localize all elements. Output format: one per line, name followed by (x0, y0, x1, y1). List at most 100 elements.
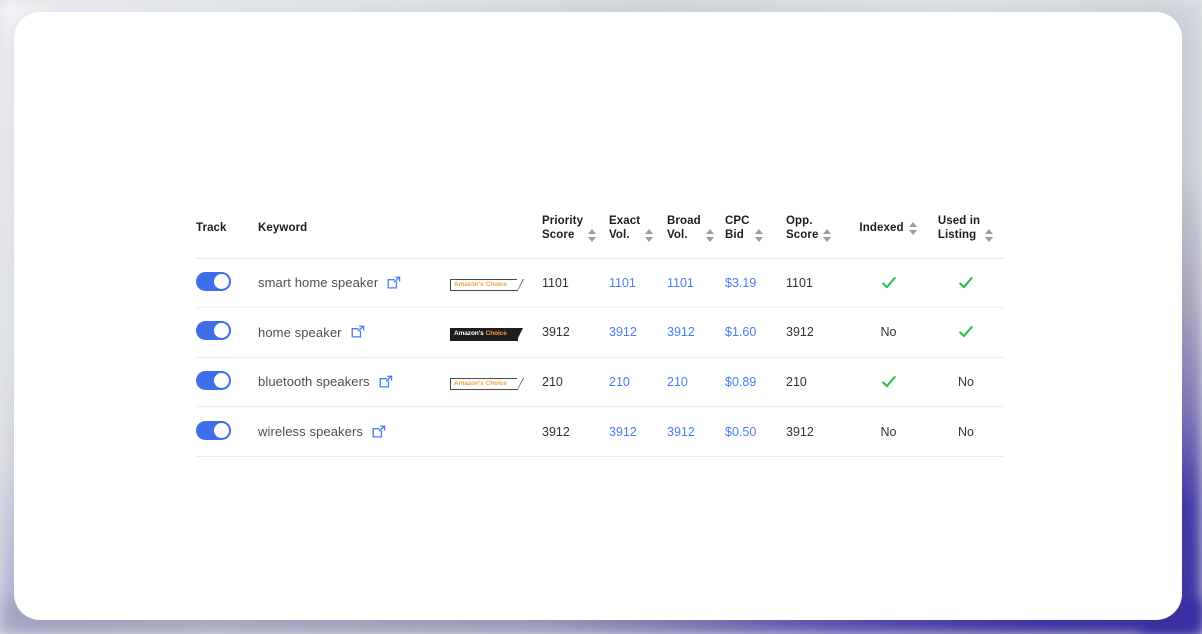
toggle-knob (214, 273, 229, 289)
column-header-inner: Opp. Score (786, 214, 849, 243)
exact-vol-cell-value: 1101 (609, 275, 636, 290)
indexed-cell-value: No (880, 325, 897, 340)
sort-icon[interactable] (705, 228, 715, 242)
cpc-bid-cell: $3.19 (725, 258, 786, 308)
broad-vol-cell: 1101 (667, 258, 725, 308)
column-header-used[interactable]: Used in Listing (928, 199, 1004, 258)
sort-icon[interactable] (754, 228, 764, 242)
cpc-bid-cell-value: $3.19 (725, 275, 757, 290)
keyword-wrapper: home speaker (258, 325, 450, 340)
column-header-inner: Exact Vol. (609, 214, 667, 243)
cpc-bid-cell: $1.60 (725, 308, 786, 358)
opp-score-cell: 3912 (786, 308, 849, 358)
opp-score-cell-value: 3912 (786, 325, 814, 340)
exact-vol-cell: 3912 (609, 407, 667, 457)
badge-text-secondary: Choice (485, 330, 507, 338)
track-cell (196, 407, 258, 457)
priority-score-cell: 3912 (542, 308, 609, 358)
table-row: smart home speaker Amazon's Choice 1101 1101… (196, 258, 1004, 308)
priority-score-cell: 3912 (542, 407, 609, 457)
column-header-label: CPC Bid (725, 214, 750, 242)
badge-text-secondary: Choice (485, 379, 507, 387)
column-header-badge (450, 199, 542, 258)
keyword-label: bluetooth speakers (258, 374, 370, 390)
table-row: wireless speakers 3912 3912 3912 $0.50 3912 No… (196, 407, 1004, 457)
toggle-knob (214, 422, 229, 438)
keyword-wrapper: smart home speaker (258, 275, 450, 290)
cpc-bid-cell-value: $0.89 (725, 374, 757, 389)
external-link-icon[interactable] (351, 325, 365, 339)
sort-icon[interactable] (645, 228, 654, 242)
priority-score-cell: 1101 (542, 258, 609, 308)
column-header-opp[interactable]: Opp. Score (786, 199, 849, 258)
column-header-track: Track (196, 199, 258, 258)
column-header-broad[interactable]: Broad Vol. (667, 199, 725, 258)
track-toggle[interactable] (196, 321, 231, 341)
priority-score-cell-value: 3912 (542, 424, 570, 439)
cpc-bid-cell: $0.89 (725, 357, 786, 407)
column-header-indexed[interactable]: Indexed (849, 199, 928, 258)
sort-icon[interactable] (908, 221, 918, 235)
table-row: bluetooth speakers Amazon's Choice 210 210 21… (196, 357, 1004, 407)
keyword-label: smart home speaker (258, 275, 379, 291)
used-in-listing-cell-value: No (958, 424, 974, 439)
external-link-icon[interactable] (387, 276, 401, 290)
badge-text-primary: Amazon's (454, 379, 484, 387)
amazons-choice-badge: Amazon's Choice (450, 377, 524, 391)
column-header-inner: Indexed (849, 221, 928, 236)
exact-vol-cell: 210 (609, 357, 667, 407)
table-header: Track Keyword Priority Score Exact Vol. Broa… (196, 199, 1004, 258)
keyword-cell: bluetooth speakers (258, 357, 450, 407)
check-icon (959, 276, 973, 288)
column-header-label: Opp. Score (786, 214, 819, 242)
check-icon (881, 276, 896, 288)
check-icon (959, 326, 973, 338)
column-header-inner: Used in Listing (928, 214, 1004, 243)
toggle-knob (214, 323, 229, 339)
priority-score-cell-value: 1101 (542, 275, 569, 290)
column-header-priority[interactable]: Priority Score (542, 199, 609, 258)
keyword-research-table: Track Keyword Priority Score Exact Vol. Broa… (196, 199, 1004, 457)
used-in-listing-cell-value: No (958, 374, 974, 389)
priority-score-cell: 210 (542, 357, 609, 407)
column-header-label: Broad Vol. (667, 214, 701, 242)
track-toggle[interactable] (196, 271, 231, 291)
used-in-listing-cell (928, 258, 1004, 308)
track-cell (196, 357, 258, 407)
column-header-label: Track (196, 221, 227, 234)
exact-vol-cell: 1101 (609, 258, 667, 308)
track-cell (196, 308, 258, 358)
broad-vol-cell-value: 3912 (667, 424, 695, 439)
amazons-choice-cell (450, 407, 542, 457)
indexed-cell: No (849, 407, 928, 457)
cpc-bid-cell-value: $0.50 (725, 424, 757, 439)
sort-icon[interactable] (588, 228, 597, 242)
used-in-listing-cell (928, 308, 1004, 358)
broad-vol-cell: 210 (667, 357, 725, 407)
sort-icon[interactable] (985, 228, 994, 242)
broad-vol-cell-value: 3912 (667, 325, 695, 340)
opp-score-cell: 1101 (786, 258, 849, 308)
indexed-cell (849, 258, 928, 308)
column-header-exact[interactable]: Exact Vol. (609, 199, 667, 258)
sort-icon[interactable] (823, 228, 832, 242)
external-link-icon[interactable] (379, 375, 393, 389)
amazons-choice-cell: Amazon's Choice (450, 308, 542, 358)
opp-score-cell: 210 (786, 357, 849, 407)
column-header-label: Keyword (258, 221, 308, 234)
column-header-label: Indexed (859, 221, 904, 234)
track-toggle[interactable] (196, 370, 231, 390)
indexed-cell: No (849, 308, 928, 358)
keyword-wrapper: bluetooth speakers (258, 374, 450, 389)
table-body: smart home speaker Amazon's Choice 1101 1101… (196, 258, 1004, 457)
exact-vol-cell: 3912 (609, 308, 667, 358)
table-row: home speaker Amazon's Choice 3912 3912 3912 $1… (196, 308, 1004, 358)
exact-vol-cell-value: 3912 (609, 325, 637, 340)
track-toggle[interactable] (196, 420, 231, 440)
column-header-cpc[interactable]: CPC Bid (725, 199, 786, 258)
table-header-row: Track Keyword Priority Score Exact Vol. Broa… (196, 199, 1004, 258)
external-link-icon[interactable] (372, 424, 386, 439)
column-header-inner: Broad Vol. (667, 214, 725, 243)
opp-score-cell-value: 1101 (786, 275, 813, 290)
amazons-choice-badge: Amazon's Choice (450, 278, 524, 292)
